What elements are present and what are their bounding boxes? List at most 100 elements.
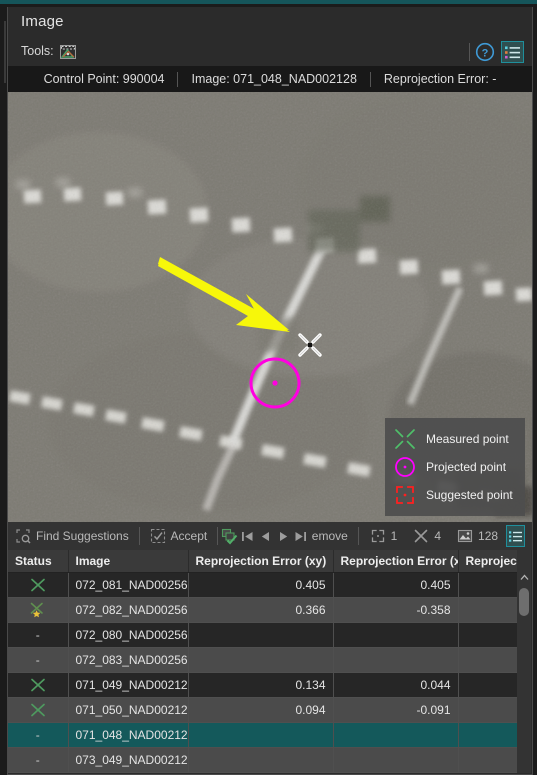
suggested-count-value: 1: [390, 529, 398, 543]
suggested-count-icon: [371, 529, 384, 543]
table-row[interactable]: 072_081_NAD002568 0.405 0.405: [8, 572, 521, 598]
cell-error-x: [333, 622, 459, 648]
image-panel-window: Image Tools: ? Control Point: 990004 Ima…: [0, 0, 537, 775]
measured-count-value: 4: [434, 529, 442, 543]
cell-error-y: [458, 747, 521, 773]
remove-label: emove: [311, 529, 348, 543]
table-row[interactable]: -071_048_NAD002128: [8, 722, 521, 748]
cell-image: 071_050_NAD002126: [68, 697, 189, 723]
legend-label-suggested: Suggested point: [426, 488, 513, 502]
cell-status: [8, 572, 69, 598]
table-row[interactable]: 072_082_NAD002567 0.366 -0.358: [8, 597, 521, 623]
accept-label: Accept: [170, 529, 208, 543]
accept-icon: [150, 528, 165, 544]
panel-titlebar: Image: [8, 7, 532, 38]
scroll-thumb[interactable]: [519, 588, 529, 616]
legend-item-suggested: Suggested point: [393, 481, 517, 509]
cell-status: [8, 697, 69, 723]
column-header-error-xy[interactable]: Reprojection Error (xy): [188, 550, 334, 573]
legend-label-projected: Projected point: [426, 460, 507, 474]
table-row[interactable]: -072_080_NAD002569: [8, 622, 521, 648]
legend-list-icon: [505, 46, 520, 58]
left-rail: [0, 7, 7, 775]
help-button[interactable]: ?: [475, 42, 495, 62]
image-count: 128: [449, 528, 506, 544]
legend-list-icon-bottom: [509, 530, 523, 542]
remove-point-button[interactable]: [221, 522, 239, 550]
cell-error-x: [333, 747, 459, 773]
cell-image: 072_081_NAD002568: [68, 572, 189, 598]
action-divider-1: [138, 527, 140, 545]
cell-image: 072_080_NAD002569: [68, 622, 189, 648]
remove-point-icon: [222, 528, 238, 544]
x-cross-icon: [395, 429, 415, 449]
image-name-label: Image: 071_048_NAD002128: [191, 72, 357, 86]
measured-count: 4: [405, 528, 449, 544]
table-row[interactable]: -073_049_NAD002121: [8, 747, 521, 773]
next-point-button[interactable]: [274, 522, 292, 550]
chevron-up-icon: [520, 574, 528, 580]
column-header-status[interactable]: Status: [8, 550, 69, 573]
cell-error-xy: [188, 622, 334, 648]
find-suggestions-label: Find Suggestions: [36, 529, 129, 543]
legend-item-projected: Projected point: [393, 453, 517, 481]
action-divider-2: [217, 527, 219, 545]
column-header-error-y[interactable]: Reprojection: [458, 550, 521, 573]
find-suggestions-button[interactable]: Find Suggestions: [8, 522, 136, 550]
scroll-up-button[interactable]: [517, 570, 531, 584]
control-point-label: Control Point: 990004: [43, 72, 165, 86]
find-suggestions-icon: [16, 529, 31, 544]
column-header-image[interactable]: Image: [68, 550, 189, 573]
cell-error-xy: 0.094: [188, 697, 334, 723]
table-row[interactable]: -072_083_NAD002566: [8, 647, 521, 673]
image-point-tool-button[interactable]: [57, 41, 79, 63]
svg-text:?: ?: [482, 47, 489, 59]
reprojection-error-label: Reprojection Error: -: [383, 72, 497, 86]
last-point-button[interactable]: [292, 522, 310, 550]
legend-toggle-button-top[interactable]: [501, 41, 524, 63]
legend-toggle-button-bottom[interactable]: [506, 525, 525, 547]
cell-error-y: [458, 722, 521, 748]
annotation-arrow: [158, 257, 290, 332]
point-actions-toolbar: Find Suggestions Accept emove 1 4 128: [8, 522, 532, 550]
points-table: Status Image Reprojection Error (xy) Rep…: [8, 550, 521, 773]
cell-error-xy: [188, 722, 334, 748]
cell-error-xy: 0.366: [188, 597, 334, 623]
marker-legend: Measured point Projected point Suggested…: [385, 418, 525, 516]
image-viewport[interactable]: Measured point Projected point Suggested…: [8, 92, 532, 522]
legend-item-measured: Measured point: [393, 425, 517, 453]
first-point-button[interactable]: [239, 522, 257, 550]
cell-status: -: [8, 622, 69, 648]
table-body: 072_081_NAD002568 0.405 0.405 072_082_NAD00…: [8, 572, 521, 773]
points-table-container: Status Image Reprojection Error (xy) Rep…: [8, 550, 532, 773]
cell-error-xy: [188, 747, 334, 773]
table-row[interactable]: 071_049_NAD002127 0.134 0.044: [8, 672, 521, 698]
skip-first-icon: [242, 531, 253, 541]
cell-error-y: [458, 572, 521, 598]
cell-status: -: [8, 647, 69, 673]
cell-error-y: [458, 597, 521, 623]
tools-label: Tools:: [21, 44, 54, 58]
cell-status: -: [8, 722, 69, 748]
left-rail-divider: [4, 21, 6, 83]
table-vertical-scrollbar[interactable]: [517, 550, 531, 773]
bracket-target-icon: [396, 486, 414, 504]
cell-error-x: [333, 722, 459, 748]
question-mark-icon: ?: [475, 42, 495, 62]
accept-button[interactable]: Accept: [143, 522, 215, 550]
right-rail: [533, 7, 537, 775]
cell-error-x: 0.044: [333, 672, 459, 698]
projected-point-marker[interactable]: [247, 355, 303, 411]
cell-error-y: [458, 697, 521, 723]
table-row[interactable]: 071_050_NAD002126 0.094 -0.091: [8, 697, 521, 723]
cell-image: 071_048_NAD002128: [68, 722, 189, 748]
circle-dot-icon: [395, 457, 415, 477]
toolbar-divider: [469, 43, 470, 61]
column-header-error-x[interactable]: Reprojection Error (x): [333, 550, 459, 573]
remove-button[interactable]: emove: [310, 522, 355, 550]
previous-point-button[interactable]: [257, 522, 275, 550]
legend-label-measured: Measured point: [426, 432, 509, 446]
chevron-right-icon: [279, 531, 287, 541]
cell-error-xy: [188, 647, 334, 673]
table-header-row: Status Image Reprojection Error (xy) Rep…: [8, 550, 521, 573]
